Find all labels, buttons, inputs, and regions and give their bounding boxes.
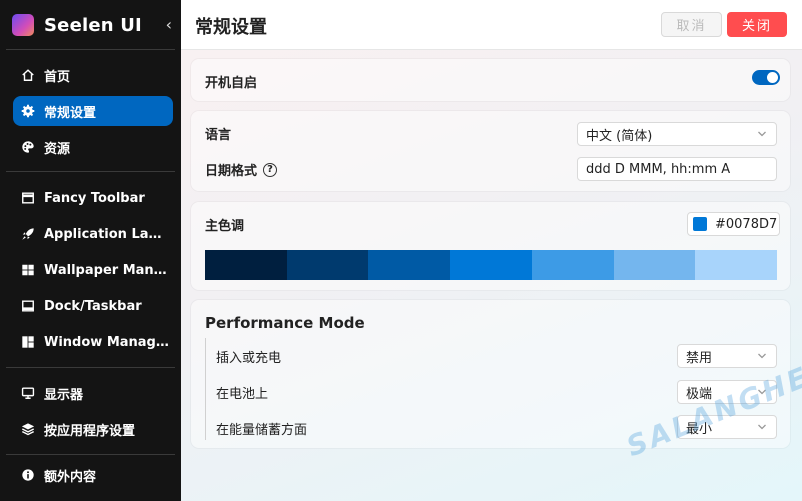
performance-divider: [205, 338, 206, 440]
language-label: 语言: [205, 128, 232, 143]
sidebar-divider: [6, 454, 175, 455]
app-title: Seelen UI: [44, 14, 142, 36]
palette-swatch[interactable]: [450, 250, 532, 280]
close-button[interactable]: 关闭: [727, 12, 787, 37]
sidebar-item-general[interactable]: 常规设置: [13, 96, 173, 126]
on-battery-mode-select[interactable]: 极端: [677, 380, 777, 404]
collapse-sidebar-button[interactable]: ‹: [166, 15, 172, 34]
sidebar-item-home[interactable]: 首页: [13, 60, 173, 90]
sidebar-item-monitors[interactable]: 显示器: [13, 378, 173, 408]
color-swatch: [693, 217, 707, 231]
sidebar-item-app-specific[interactable]: 按应用程序设置: [13, 414, 173, 444]
accent-color-picker[interactable]: #0078D7: [687, 212, 780, 236]
date-format-value: ddd D MMM, hh:mm A: [586, 161, 731, 177]
sidebar-divider: [6, 171, 175, 172]
plugged-in-mode-select[interactable]: 禁用: [677, 344, 777, 368]
sidebar-item-label: Dock/Taskbar: [44, 298, 142, 314]
chevron-down-icon: [758, 389, 766, 395]
performance-card: Performance Mode 插入或充电 禁用 在电池上 极端 在能量储蓄方…: [191, 300, 790, 448]
energy-saver-mode-value: 最小: [686, 421, 713, 437]
cancel-button[interactable]: 取消: [661, 12, 722, 37]
monitor-icon: [21, 386, 35, 400]
plugged-in-mode-value: 禁用: [686, 350, 713, 366]
header: 常规设置 取消 关闭: [181, 0, 802, 50]
sidebar-item-label: 常规设置: [44, 105, 97, 121]
language-value: 中文 (简体): [586, 128, 653, 144]
sidebar-item-wallpaper-manager[interactable]: Wallpaper Manager: [13, 255, 173, 285]
chevron-down-icon: [758, 131, 766, 137]
palette-icon: [21, 140, 35, 154]
accent-color-value: #0078D7: [715, 216, 778, 232]
performance-title: Performance Mode: [205, 314, 365, 332]
dock-icon: [21, 299, 35, 313]
palette-swatch[interactable]: [531, 250, 614, 280]
energy-saver-mode-select[interactable]: 最小: [677, 415, 777, 439]
sidebar-item-label: 额外内容: [44, 469, 97, 485]
palette-swatch[interactable]: [613, 250, 696, 280]
startup-card: 开机自启: [191, 59, 790, 101]
chevron-down-icon: [758, 424, 766, 430]
sidebar-divider: [6, 49, 175, 50]
palette-swatch[interactable]: [695, 250, 778, 280]
performance-row-label: 在能量储蓄方面: [216, 423, 308, 438]
date-format-row-label: 日期格式 ?: [205, 160, 278, 179]
accent-card: 主色调 #0078D7: [191, 202, 790, 290]
app-logo: [12, 14, 34, 36]
sidebar-item-application-launcher[interactable]: Application Launcher: [13, 219, 173, 249]
sidebar-item-label: Window Manager: [44, 334, 169, 350]
sidebar-item-label: 按应用程序设置: [44, 423, 136, 439]
main-content: 常规设置 取消 关闭 开机自启 语言 中文 (简体) 日期格式 ? ddd D …: [181, 0, 802, 501]
toolbar-icon: [21, 191, 35, 205]
sidebar-item-label: Wallpaper Manager: [44, 262, 169, 278]
sidebar-item-window-manager[interactable]: Window Manager: [13, 327, 173, 357]
home-icon: [21, 68, 35, 82]
layers-icon: [21, 422, 35, 436]
performance-row-label: 插入或充电: [216, 351, 282, 366]
palette-swatch[interactable]: [286, 250, 369, 280]
palette-swatch[interactable]: [368, 250, 451, 280]
sidebar-item-dock-taskbar[interactable]: Dock/Taskbar: [13, 291, 173, 321]
gear-icon: [21, 104, 35, 118]
date-format-input[interactable]: ddd D MMM, hh:mm A: [577, 157, 777, 181]
toggle-knob: [767, 72, 778, 83]
performance-row-label: 在电池上: [216, 387, 269, 402]
rocket-icon: [21, 227, 35, 241]
sidebar-item-fancy-toolbar[interactable]: Fancy Toolbar: [13, 183, 173, 213]
brand: Seelen UI ‹: [12, 12, 178, 38]
accent-label: 主色调: [205, 219, 245, 234]
accent-palette: [205, 250, 778, 280]
help-icon[interactable]: ?: [263, 162, 278, 177]
sidebar-item-label: 首页: [44, 69, 71, 85]
wallpaper-icon: [21, 263, 35, 277]
palette-swatch[interactable]: [205, 250, 287, 280]
language-select[interactable]: 中文 (简体): [577, 122, 777, 146]
chevron-down-icon: [758, 353, 766, 359]
date-format-label: 日期格式: [205, 164, 258, 179]
window-manager-icon: [21, 335, 35, 349]
info-icon: [21, 468, 35, 482]
sidebar-item-label: 资源: [44, 141, 71, 157]
on-battery-mode-value: 极端: [686, 386, 713, 402]
sidebar-item-extras[interactable]: 额外内容: [13, 460, 173, 490]
sidebar-item-label: 显示器: [44, 387, 84, 403]
startup-toggle[interactable]: [752, 70, 780, 85]
sidebar-item-label: Application Launcher: [44, 226, 169, 242]
page-title: 常规设置: [195, 17, 267, 38]
sidebar-item-label: Fancy Toolbar: [44, 190, 145, 206]
sidebar: Seelen UI ‹ 首页 常规设置 资源 Fancy Toolbar App…: [0, 0, 181, 501]
sidebar-item-resources[interactable]: 资源: [13, 132, 173, 162]
startup-label: 开机自启: [205, 76, 258, 91]
sidebar-divider: [6, 367, 175, 368]
locale-card: 语言 中文 (简体) 日期格式 ? ddd D MMM, hh:mm A: [191, 111, 790, 191]
